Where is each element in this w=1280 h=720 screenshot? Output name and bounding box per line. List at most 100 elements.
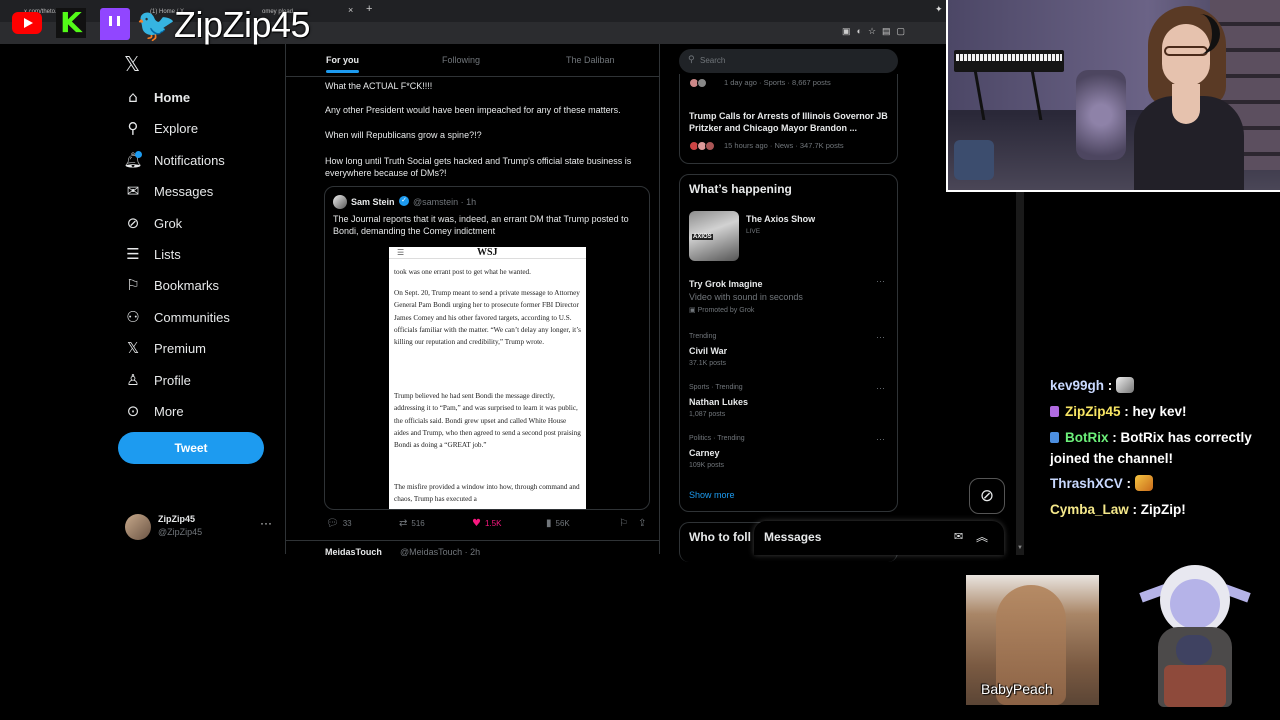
feed-border-left — [285, 44, 286, 554]
tweet-text-line: When will Republicans grow a spine?!? — [325, 130, 482, 140]
person-icon: ♙ — [126, 371, 140, 389]
tweet-button[interactable]: Tweet — [118, 432, 264, 464]
article-screenshot-image[interactable]: ☰ WSJ took was one errant post to get wh… — [389, 247, 586, 509]
share-button[interactable]: ⇪ — [638, 518, 650, 529]
chat-separator: : — [1128, 502, 1141, 517]
nav-premium[interactable]: 𝕏 Premium — [124, 336, 206, 360]
tab-the-daliban[interactable]: The Daliban — [566, 55, 615, 65]
chat-separator: : — [1108, 430, 1121, 445]
bookmark-button[interactable]: ⚐ — [619, 518, 632, 529]
news-title[interactable]: Trump Calls for Arrests of Illinois Gove… — [689, 110, 889, 134]
nav-label: Lists — [154, 246, 181, 262]
nav-label: Bookmarks — [154, 277, 220, 293]
chat-username: ZipZip45 — [1065, 404, 1121, 419]
repost-button[interactable]: ⇄ 516 — [399, 518, 425, 529]
nav-lists[interactable]: ☰ Lists — [124, 242, 181, 266]
browser-extension-icons[interactable]: ▣◐☆▤▢ — [842, 26, 911, 37]
more-icon[interactable]: ··· — [876, 434, 885, 444]
account-more-icon[interactable]: ··· — [260, 516, 272, 530]
more-icon[interactable]: ··· — [876, 276, 885, 286]
axios-show-title[interactable]: The Axios Show — [746, 214, 815, 224]
new-tab-button[interactable]: + — [366, 3, 372, 15]
account-name[interactable]: ZipZip45 — [158, 514, 195, 524]
page-scrollbar[interactable] — [1016, 190, 1024, 555]
more-icon[interactable]: ··· — [876, 332, 885, 342]
list-icon: ☰ — [126, 245, 140, 263]
live-label: LIVE — [746, 228, 761, 235]
more-circle-icon: ⊙ — [126, 402, 140, 420]
more-icon[interactable]: ··· — [876, 383, 885, 393]
quote-text: The Journal reports that it was, indeed,… — [333, 214, 629, 236]
tab-close-icon[interactable]: × — [348, 5, 353, 15]
messages-drawer[interactable]: Messages ✉ ︽ — [754, 521, 1004, 555]
article-paragraph: The misfire provided a window into how, … — [394, 483, 580, 504]
compose-message-icon[interactable]: ✉ — [954, 530, 963, 543]
nav-communities[interactable]: ⚇ Communities — [124, 305, 230, 329]
grok-icon: ⊘ — [126, 214, 140, 232]
nav-more[interactable]: ⊙ More — [124, 399, 184, 423]
wsj-logo: WSJ — [477, 247, 498, 258]
search-icon: ⚲ — [127, 119, 139, 137]
nav-label: Grok — [154, 215, 183, 231]
nav-grok[interactable]: ⊘ Grok — [124, 211, 182, 235]
chat-username: Cymba_Law — [1050, 502, 1129, 517]
kick-logo-icon: K — [56, 8, 86, 38]
show-more-link[interactable]: Show more — [689, 490, 735, 500]
grok-floating-button[interactable]: ⊘ — [969, 478, 1005, 514]
nav-messages[interactable]: ✉ Messages — [124, 179, 214, 203]
quote-author-name[interactable]: Sam Stein — [351, 197, 395, 207]
article-header: ☰ WSJ — [389, 247, 586, 259]
x-logo-icon[interactable]: 𝕏 — [124, 52, 140, 76]
webcam-feed — [946, 0, 1280, 192]
quote-tweet[interactable]: Sam Stein ✓ @samstein · 1h The Journal r… — [324, 186, 650, 510]
grok-promo-title[interactable]: Try Grok Imagine — [689, 279, 763, 289]
tweet-text-line: What the ACTUAL F*CK!!!! — [325, 81, 433, 91]
tab-for-you[interactable]: For you — [326, 55, 359, 65]
scroll-down-arrow-icon[interactable]: ▼ — [1017, 545, 1023, 551]
x-icon: 𝕏 — [126, 339, 140, 357]
nav-notifications[interactable]: 🔔︎ Notifications — [123, 148, 225, 172]
reply-button[interactable]: 💬︎ 33 — [326, 518, 352, 529]
tab-following[interactable]: Following — [442, 55, 480, 65]
babypeach-name: BabyPeach — [981, 681, 1053, 697]
chat-message: ZipZip45 : hey kev! — [1050, 401, 1187, 422]
nav-bookmarks[interactable]: ⚐ Bookmarks — [124, 273, 219, 297]
trend-context: Trending — [689, 333, 717, 340]
tab-search-icon[interactable]: ✦ — [935, 4, 943, 15]
search-placeholder: Search — [700, 56, 726, 65]
avatar[interactable] — [125, 514, 151, 540]
chat-username: kev99gh — [1050, 378, 1105, 393]
bookmark-icon: ⚐ — [619, 518, 628, 529]
mic-badge-icon — [1050, 406, 1059, 417]
next-tweet-author[interactable]: MeidasTouch — [325, 547, 382, 557]
chat-text: ZipZip! — [1140, 502, 1186, 517]
trend-count: 109K posts — [689, 462, 725, 469]
nav-explore[interactable]: ⚲ Explore — [124, 116, 199, 140]
nav-profile[interactable]: ♙ Profile — [124, 368, 191, 392]
wrench-badge-icon — [1050, 432, 1059, 443]
trend-name[interactable]: Carney — [689, 448, 720, 458]
share-icon: ⇪ — [638, 518, 647, 529]
nav-label: Messages — [154, 183, 214, 199]
nav-label: Profile — [154, 372, 191, 388]
trend-name[interactable]: Civil War — [689, 346, 727, 356]
views-button[interactable]: ▮ 56K — [546, 518, 570, 529]
trend-name[interactable]: Nathan Lukes — [689, 397, 748, 407]
axios-label: AXIOS — [692, 234, 713, 240]
chat-username: ThrashXCV — [1050, 476, 1123, 491]
quote-author-handle[interactable]: @samstein · 1h — [413, 197, 476, 207]
next-tweet-handle[interactable]: @MeidasTouch · 2h — [400, 547, 480, 557]
account-handle[interactable]: @ZipZip45 — [158, 527, 202, 537]
webcam-stand — [973, 70, 1043, 120]
like-button[interactable]: ♥ 1.5K — [472, 518, 501, 529]
nav-label: More — [154, 403, 184, 419]
news-meta: 15 hours ago · News · 347.7K posts — [724, 141, 844, 150]
nav-home[interactable]: ⌂ Home — [124, 85, 190, 109]
cat-emote-icon — [1116, 377, 1135, 393]
chevron-up-icon[interactable]: ︽ — [976, 528, 988, 545]
axios-show-thumbnail[interactable]: AXIOS — [689, 211, 739, 261]
notification-badge — [135, 151, 142, 158]
who-to-follow-title: Who to foll — [689, 530, 751, 544]
whats-happening-title: What’s happening — [689, 182, 792, 196]
avatar[interactable] — [333, 195, 347, 209]
